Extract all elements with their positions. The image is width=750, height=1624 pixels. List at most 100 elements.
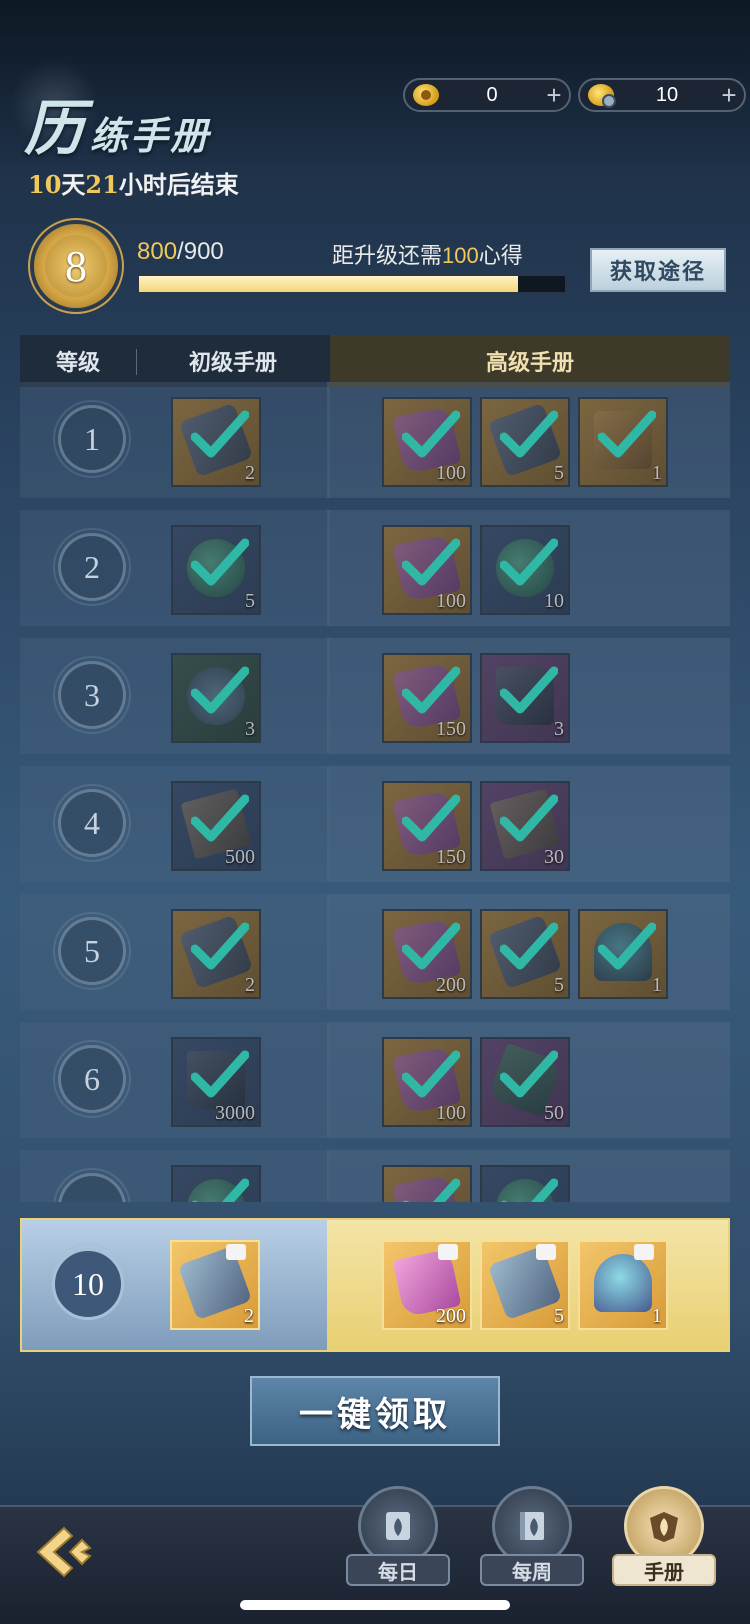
- progress-text: 800/900: [137, 238, 224, 266]
- claimed-check-icon: [500, 1178, 558, 1202]
- reward-item[interactable]: 30: [480, 781, 570, 871]
- claimed-check-icon: [402, 538, 460, 586]
- row-level: 1: [53, 400, 131, 478]
- claimed-check-icon: [402, 666, 460, 714]
- reward-item[interactable]: 50: [480, 1037, 570, 1127]
- header-basic-manual: 初级手册: [136, 335, 330, 387]
- reward-item[interactable]: [171, 1165, 261, 1202]
- claim-all-button[interactable]: 一键领取: [250, 1376, 500, 1446]
- add-silver-button[interactable]: +: [714, 80, 744, 111]
- item-quantity: 200: [436, 974, 466, 996]
- claimed-check-icon: [500, 1050, 558, 1098]
- reward-table-header: 等级 初级手册 高级手册: [20, 335, 730, 387]
- claimed-check-icon: [500, 794, 558, 842]
- reward-item[interactable]: 2: [171, 909, 261, 999]
- milestone-reward-item[interactable]: 5: [480, 1240, 570, 1330]
- reward-item[interactable]: 100: [382, 1037, 472, 1127]
- reward-item[interactable]: 200: [382, 909, 472, 999]
- item-quantity: 5: [554, 462, 564, 484]
- claimed-check-icon: [598, 922, 656, 970]
- reward-item[interactable]: 5: [171, 525, 261, 615]
- claimed-check-icon: [598, 410, 656, 458]
- tab-manual[interactable]: 手册: [612, 1486, 716, 1598]
- milestone-reward-item[interactable]: 200: [382, 1240, 472, 1330]
- tab-weekly[interactable]: 每周: [480, 1486, 584, 1598]
- reward-item[interactable]: 10: [480, 525, 570, 615]
- item-quantity: 100: [436, 590, 466, 612]
- reward-item[interactable]: 3: [171, 653, 261, 743]
- row-level: 4: [53, 784, 131, 862]
- countdown-hours: 21: [85, 170, 119, 199]
- reward-row: [20, 1150, 730, 1202]
- countdown-text: 10天21小时后结束: [28, 165, 239, 200]
- item-quantity: 500: [225, 846, 255, 868]
- reward-item[interactable]: 1: [578, 397, 668, 487]
- reward-item[interactable]: 2: [171, 397, 261, 487]
- currency-silver-value: 10: [655, 83, 679, 106]
- item-quantity: 5: [554, 974, 564, 996]
- gold-ingot-icon: [409, 80, 445, 110]
- row-level: 5: [53, 912, 131, 990]
- reward-item[interactable]: 150: [382, 781, 472, 871]
- item-quantity: 50: [544, 1102, 564, 1124]
- next-milestone-row: 10 2 200 5 1: [20, 1218, 730, 1352]
- level-up-requirement: 距升级还需100心得: [332, 238, 523, 270]
- reward-item[interactable]: [382, 1165, 472, 1202]
- title-first-char: 历: [24, 94, 84, 164]
- reward-item[interactable]: [480, 1165, 570, 1202]
- claimed-check-icon: [191, 666, 249, 714]
- reward-item[interactable]: 1: [578, 909, 668, 999]
- item-quantity: 5: [554, 1305, 564, 1327]
- item-quantity: 30: [544, 846, 564, 868]
- item-quantity: 5: [245, 590, 255, 612]
- milestone-reward-item[interactable]: 1: [578, 1240, 668, 1330]
- preview-tag-icon: [438, 1244, 458, 1260]
- item-quantity: 1: [652, 462, 662, 484]
- item-quantity: 10: [544, 590, 564, 612]
- add-gold-button[interactable]: +: [539, 80, 569, 111]
- reward-item[interactable]: 5: [480, 397, 570, 487]
- reward-row: 6 3000 100 50: [20, 1022, 730, 1138]
- claimed-check-icon: [500, 922, 558, 970]
- back-arrow-icon[interactable]: [30, 1522, 100, 1582]
- claimed-check-icon: [191, 1050, 249, 1098]
- row-level: 2: [53, 528, 131, 606]
- title-rest: 练手册: [90, 113, 211, 158]
- experience-progress-fill: [139, 276, 518, 292]
- reward-item[interactable]: 5: [480, 909, 570, 999]
- reward-item[interactable]: 500: [171, 781, 261, 871]
- row-level: [53, 1168, 131, 1202]
- tab-daily[interactable]: 每日: [346, 1486, 450, 1598]
- preview-tag-icon: [634, 1244, 654, 1260]
- tab-manual-label: 手册: [612, 1554, 716, 1586]
- experience-progress-bar: [137, 274, 567, 294]
- countdown-days-unit: 天: [61, 170, 86, 199]
- orb-item-icon: [594, 1254, 652, 1312]
- reward-item[interactable]: 150: [382, 653, 472, 743]
- item-quantity: 150: [436, 718, 466, 740]
- milestone-level: 10: [47, 1243, 129, 1325]
- reward-item[interactable]: 100: [382, 525, 472, 615]
- reward-row: 3 3 150 3: [20, 638, 730, 754]
- item-quantity: 3: [554, 718, 564, 740]
- reward-rows-list[interactable]: 1 2 100 5 1 2 5 100 10 3 3 150 3 4 500 150 30 5 2 200 5 1 6 300…: [20, 382, 730, 1202]
- row-level: 3: [53, 656, 131, 734]
- daily-scroll-icon: [386, 1512, 410, 1540]
- milestone-reward-item[interactable]: 2: [170, 1240, 260, 1330]
- reward-item[interactable]: 100: [382, 397, 472, 487]
- preview-tag-icon: [536, 1244, 556, 1260]
- preview-tag-icon: [226, 1244, 246, 1260]
- level-badge: 8: [34, 224, 118, 308]
- reward-item[interactable]: 3: [480, 653, 570, 743]
- need-suffix: 心得: [478, 244, 523, 269]
- claimed-check-icon: [402, 1178, 460, 1202]
- get-source-button[interactable]: 获取途径: [590, 248, 726, 292]
- claimed-check-icon: [500, 666, 558, 714]
- item-quantity: 2: [245, 462, 255, 484]
- reward-item[interactable]: 3000: [171, 1037, 261, 1127]
- claimed-check-icon: [402, 410, 460, 458]
- claimed-check-icon: [191, 538, 249, 586]
- claimed-check-icon: [402, 1050, 460, 1098]
- reward-row: 2 5 100 10: [20, 510, 730, 626]
- reward-row: 4 500 150 30: [20, 766, 730, 882]
